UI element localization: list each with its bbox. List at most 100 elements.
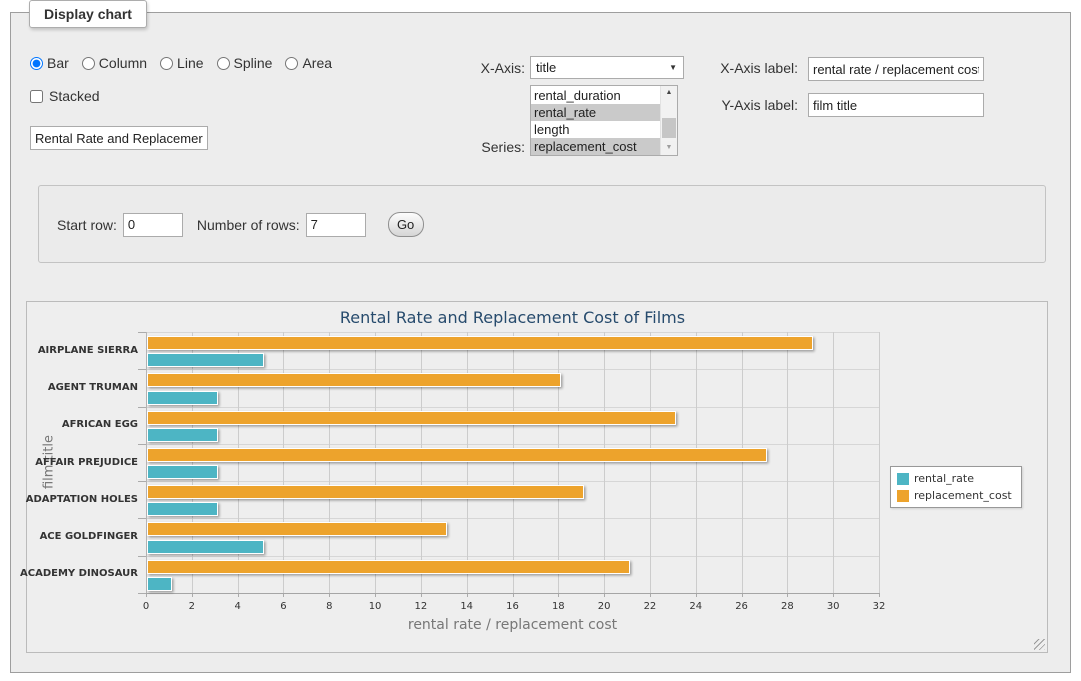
x-gridline — [696, 332, 697, 593]
series-option-rental_rate[interactable]: rental_rate — [531, 104, 660, 121]
x-tick-label: 12 — [406, 601, 436, 612]
series-listbox-options: rental_durationrental_ratelengthreplacem… — [531, 87, 660, 155]
category-label: ACE GOLDFINGER — [40, 531, 138, 542]
chart-title: Rental Rate and Replacement Cost of Film… — [146, 308, 879, 327]
series-option-rental_duration[interactable]: rental_duration — [531, 87, 660, 104]
x-gridline — [238, 332, 239, 593]
radio-label: Bar — [47, 55, 69, 71]
chart-type-option-spline[interactable]: Spline — [217, 55, 273, 71]
chart-legend: rental_rate replacement_cost — [890, 466, 1022, 508]
stacked-checkbox-row[interactable]: Stacked — [30, 88, 100, 104]
bar-rental_rate — [147, 502, 218, 516]
page: { "fieldset": { "legend": "Display chart… — [0, 0, 1081, 681]
bar-replacement_cost — [147, 522, 447, 536]
x-gridline — [604, 332, 605, 593]
chart-type-radio-bar[interactable] — [30, 57, 43, 70]
x-tick-label: 32 — [864, 601, 894, 612]
x-gridline — [650, 332, 651, 593]
x-tick-label: 8 — [314, 601, 344, 612]
x-tick-label: 18 — [543, 601, 573, 612]
row-controls: Start row: Number of rows: Go — [57, 212, 424, 237]
row-controls-panel: Start row: Number of rows: Go — [38, 185, 1046, 263]
x-tick-label: 26 — [727, 601, 757, 612]
x-gridline — [283, 332, 284, 593]
y-axis-tick — [138, 444, 146, 445]
chart-type-radio-line[interactable] — [160, 57, 173, 70]
x-gridline — [833, 332, 834, 593]
stacked-label: Stacked — [49, 88, 100, 104]
num-rows-label: Number of rows: — [197, 217, 300, 233]
category-label: AIRPLANE SIERRA — [38, 345, 138, 356]
y-axis-tick — [138, 407, 146, 408]
x-tick-label: 2 — [177, 601, 207, 612]
x-gridline — [879, 332, 880, 593]
x-axis-select-label: X-Axis: — [411, 60, 525, 76]
go-button[interactable]: Go — [388, 212, 424, 237]
num-rows-input[interactable] — [306, 213, 366, 237]
resize-handle-icon[interactable] — [1034, 639, 1045, 650]
radio-label: Line — [177, 55, 203, 71]
y-axis-label-input[interactable] — [808, 93, 984, 117]
bar-replacement_cost — [147, 560, 630, 574]
legend-label: rental_rate — [914, 472, 974, 485]
category-label: AGENT TRUMAN — [48, 382, 138, 393]
chart-panel: Rental Rate and Replacement Cost of Film… — [26, 301, 1048, 653]
chart-type-option-column[interactable]: Column — [82, 55, 147, 71]
x-tick-label: 24 — [681, 601, 711, 612]
x-tick-label: 10 — [360, 601, 390, 612]
category-label: ACADEMY DINOSAUR — [20, 568, 138, 579]
chart-title-input[interactable] — [30, 126, 208, 150]
x-gridline — [421, 332, 422, 593]
x-gridline — [375, 332, 376, 593]
chart-type-option-area[interactable]: Area — [285, 55, 332, 71]
x-gridline — [467, 332, 468, 593]
chart-type-radio-column[interactable] — [82, 57, 95, 70]
x-axis-title: rental rate / replacement cost — [146, 617, 879, 633]
series-option-length[interactable]: length — [531, 121, 660, 138]
x-tick-label: 28 — [772, 601, 802, 612]
x-tick-label: 0 — [131, 601, 161, 612]
legend-swatch — [897, 473, 909, 485]
y-axis-line — [146, 332, 147, 593]
x-gridline — [742, 332, 743, 593]
bar-rental_rate — [147, 577, 172, 591]
x-axis-label-input[interactable] — [808, 57, 984, 81]
series-select-label: Series: — [411, 139, 525, 155]
scrollbar-thumb[interactable] — [662, 118, 676, 138]
bar-rental_rate — [147, 391, 218, 405]
x-axis-line — [146, 593, 880, 594]
bar-replacement_cost — [147, 411, 676, 425]
legend-item-rental_rate[interactable]: rental_rate — [897, 470, 1012, 487]
category-label: AFRICAN EGG — [62, 419, 138, 430]
start-row-input[interactable] — [123, 213, 183, 237]
category-label: AFFAIR PREJUDICE — [35, 457, 138, 468]
chart-type-option-bar[interactable]: Bar — [30, 55, 69, 71]
bar-replacement_cost — [147, 485, 584, 499]
x-tick-label: 14 — [452, 601, 482, 612]
chart-canvas: Rental Rate and Replacement Cost of Film… — [27, 302, 1047, 652]
x-tick-label: 4 — [223, 601, 253, 612]
x-gridline — [329, 332, 330, 593]
x-axis-label-label: X-Axis label: — [651, 60, 798, 76]
bar-replacement_cost — [147, 448, 767, 462]
x-gridline — [192, 332, 193, 593]
category-label: ADAPTATION HOLES — [26, 494, 138, 505]
bar-rental_rate — [147, 540, 264, 554]
x-gridline — [787, 332, 788, 593]
radio-label: Column — [99, 55, 147, 71]
stacked-checkbox[interactable] — [30, 90, 43, 103]
legend-item-replacement_cost[interactable]: replacement_cost — [897, 487, 1012, 504]
chart-type-radio-spline[interactable] — [217, 57, 230, 70]
radio-label: Spline — [234, 55, 273, 71]
y-axis-tick — [138, 518, 146, 519]
bar-rental_rate — [147, 353, 264, 367]
series-option-replacement_cost[interactable]: replacement_cost — [531, 138, 660, 155]
chart-type-option-line[interactable]: Line — [160, 55, 203, 71]
bar-replacement_cost — [147, 373, 561, 387]
series-listbox[interactable]: rental_durationrental_ratelengthreplacem… — [530, 85, 678, 156]
chart-type-radio-area[interactable] — [285, 57, 298, 70]
scroll-down-icon[interactable]: ▼ — [661, 141, 677, 155]
legend-label: replacement_cost — [914, 489, 1012, 502]
y-axis-tick — [138, 593, 146, 594]
x-tick-label: 30 — [818, 601, 848, 612]
